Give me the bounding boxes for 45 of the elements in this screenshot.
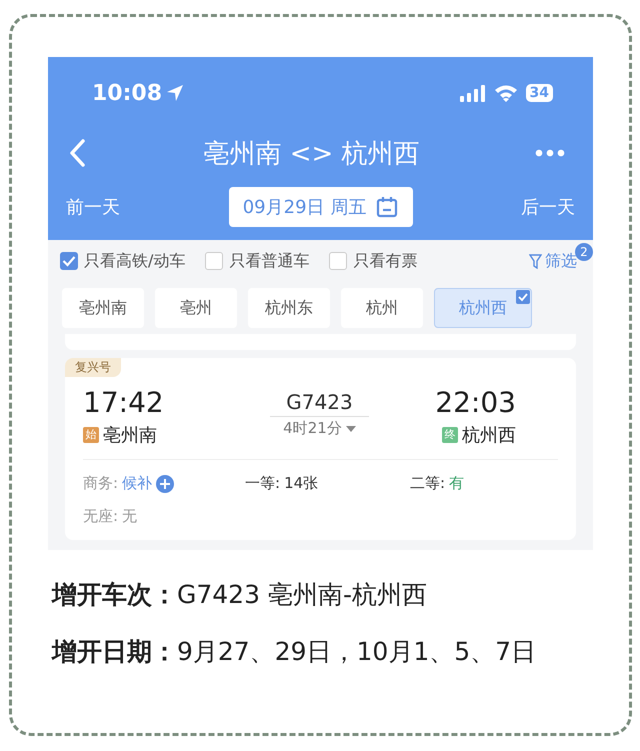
seat-class-label: 无座:	[83, 507, 118, 526]
train-number: G7423	[270, 390, 369, 417]
status-time: 10:08	[92, 80, 162, 106]
checkmark-icon	[62, 255, 76, 267]
station-chip[interactable]: 亳州	[155, 288, 237, 328]
station-chip[interactable]: 杭州	[341, 288, 423, 328]
caret-icon	[346, 426, 356, 432]
filter-checkbox[interactable]: 只看普通车	[205, 250, 310, 272]
seat-class-label: 商务:	[83, 474, 118, 493]
station-chip[interactable]: 亳州南	[62, 288, 144, 328]
checkbox[interactable]	[60, 252, 78, 270]
seat-availability: 14张	[284, 474, 318, 493]
checkbox[interactable]	[205, 252, 224, 270]
seat-class-label: 二等:	[410, 474, 446, 493]
checkbox[interactable]	[329, 252, 348, 270]
calendar-icon	[376, 196, 398, 218]
battery-level: 34	[526, 84, 553, 102]
funnel-icon	[529, 254, 542, 268]
filter-checkbox[interactable]: 只看有票	[329, 250, 418, 272]
signal-icon	[460, 84, 486, 102]
count-badge: 2	[575, 242, 593, 260]
terminal-tag: 终	[442, 427, 458, 443]
wifi-icon	[494, 84, 518, 102]
station-name: 杭州西	[462, 424, 516, 447]
seat-availability: 无	[122, 507, 138, 526]
plus-icon[interactable]	[156, 474, 174, 492]
train-card[interactable]: 复兴号 17:42 始 亳州南 G7423 4时21分 22:03 终 杭州西 商务: 候补 一等: 14张 二等: 有 无座: 无	[65, 358, 576, 540]
location-arrow-icon	[166, 84, 184, 102]
seat-availability: 有	[449, 474, 464, 493]
more-icon[interactable]	[534, 149, 565, 157]
arrival-time: 22:03	[435, 386, 516, 419]
seat-availability: 候补	[122, 474, 152, 493]
filter-checkbox[interactable]: 只看高铁/动车	[60, 250, 186, 272]
seat-class-label: 一等:	[245, 474, 280, 493]
station-chip[interactable]: 杭州东	[248, 288, 330, 328]
back-icon[interactable]	[68, 139, 88, 167]
announcement-text: 增开车次：G7423 亳州南-杭州西	[52, 579, 428, 611]
route-title: 亳州南 <> 杭州西	[203, 138, 420, 170]
checkmark-icon	[516, 290, 530, 304]
announcement-text: 增开日期：9月27、29日，10月1、5、7日	[52, 636, 538, 668]
train-type-badge: 复兴号	[65, 358, 121, 377]
station-name: 亳州南	[103, 424, 157, 447]
duration-toggle[interactable]: 4时21分	[283, 417, 356, 440]
origin-tag: 始	[83, 427, 99, 443]
departure-time: 17:42	[83, 386, 164, 419]
